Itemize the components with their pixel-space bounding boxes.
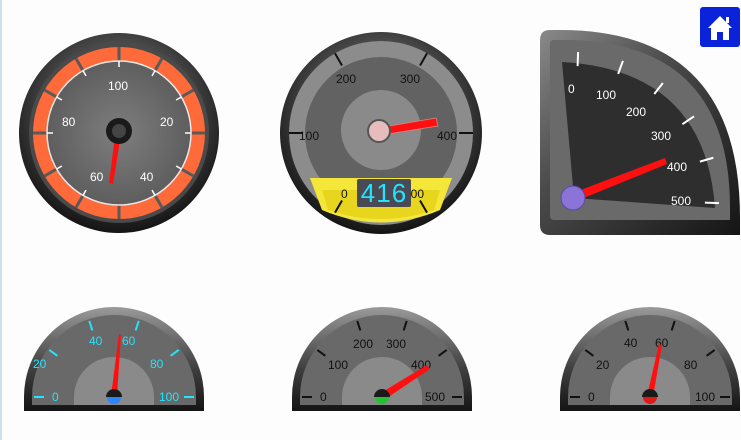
gauge-quarter-dial: 0 100 200 300 400 500 — [540, 30, 740, 235]
tick-label: 0 — [568, 82, 575, 96]
tick-label: 100 — [328, 358, 348, 372]
tick-label: 40 — [89, 334, 103, 348]
tick-label: 20 — [596, 358, 610, 372]
tick-label: 80 — [62, 115, 76, 129]
tick-label: 20 — [33, 357, 47, 371]
tick-label: 100 — [299, 129, 319, 143]
tick-label: 20 — [160, 115, 174, 129]
tick-label: 0 — [341, 187, 348, 201]
tick-label: 300 — [386, 337, 406, 351]
tick-label: 300 — [400, 72, 420, 86]
tick-label: 60 — [122, 334, 136, 348]
tick-label: 60 — [655, 336, 669, 350]
tick-label: 200 — [353, 337, 373, 351]
tick-label: 100 — [695, 390, 715, 404]
digital-readout: 416 — [357, 179, 411, 207]
tick-label: 80 — [684, 358, 698, 372]
gauge-semi-dial-red: 0 20 40 60 80 100 — [560, 307, 740, 411]
hub — [367, 119, 391, 143]
tick-label: 400 — [667, 160, 687, 174]
tick-label: 60 — [90, 170, 104, 184]
tick-label: 100 — [159, 390, 179, 404]
gauge-semi-dial-cyan: 0 20 40 60 80 100 — [24, 307, 204, 411]
gauge-orange-dial: 60 80 100 20 40 — [19, 33, 219, 233]
tick-label: 80 — [150, 357, 164, 371]
tick-label: 0 — [52, 390, 59, 404]
tick-label: 200 — [336, 72, 356, 86]
tick-label: 300 — [651, 129, 671, 143]
tick-label: 500 — [425, 390, 445, 404]
tick-label: 40 — [624, 336, 638, 350]
gauge-semi-dial-green: 0 100 200 300 400 500 — [292, 307, 472, 411]
tick-label: 100 — [108, 79, 128, 93]
tick-label: 0 — [320, 390, 327, 404]
tick-label: 400 — [437, 129, 457, 143]
tick-label: 100 — [596, 88, 616, 102]
tick-label: 500 — [671, 194, 691, 208]
tick-label: 200 — [626, 105, 646, 119]
tick-label: 40 — [140, 170, 154, 184]
tick-label: 0 — [588, 390, 595, 404]
hub — [560, 185, 586, 211]
